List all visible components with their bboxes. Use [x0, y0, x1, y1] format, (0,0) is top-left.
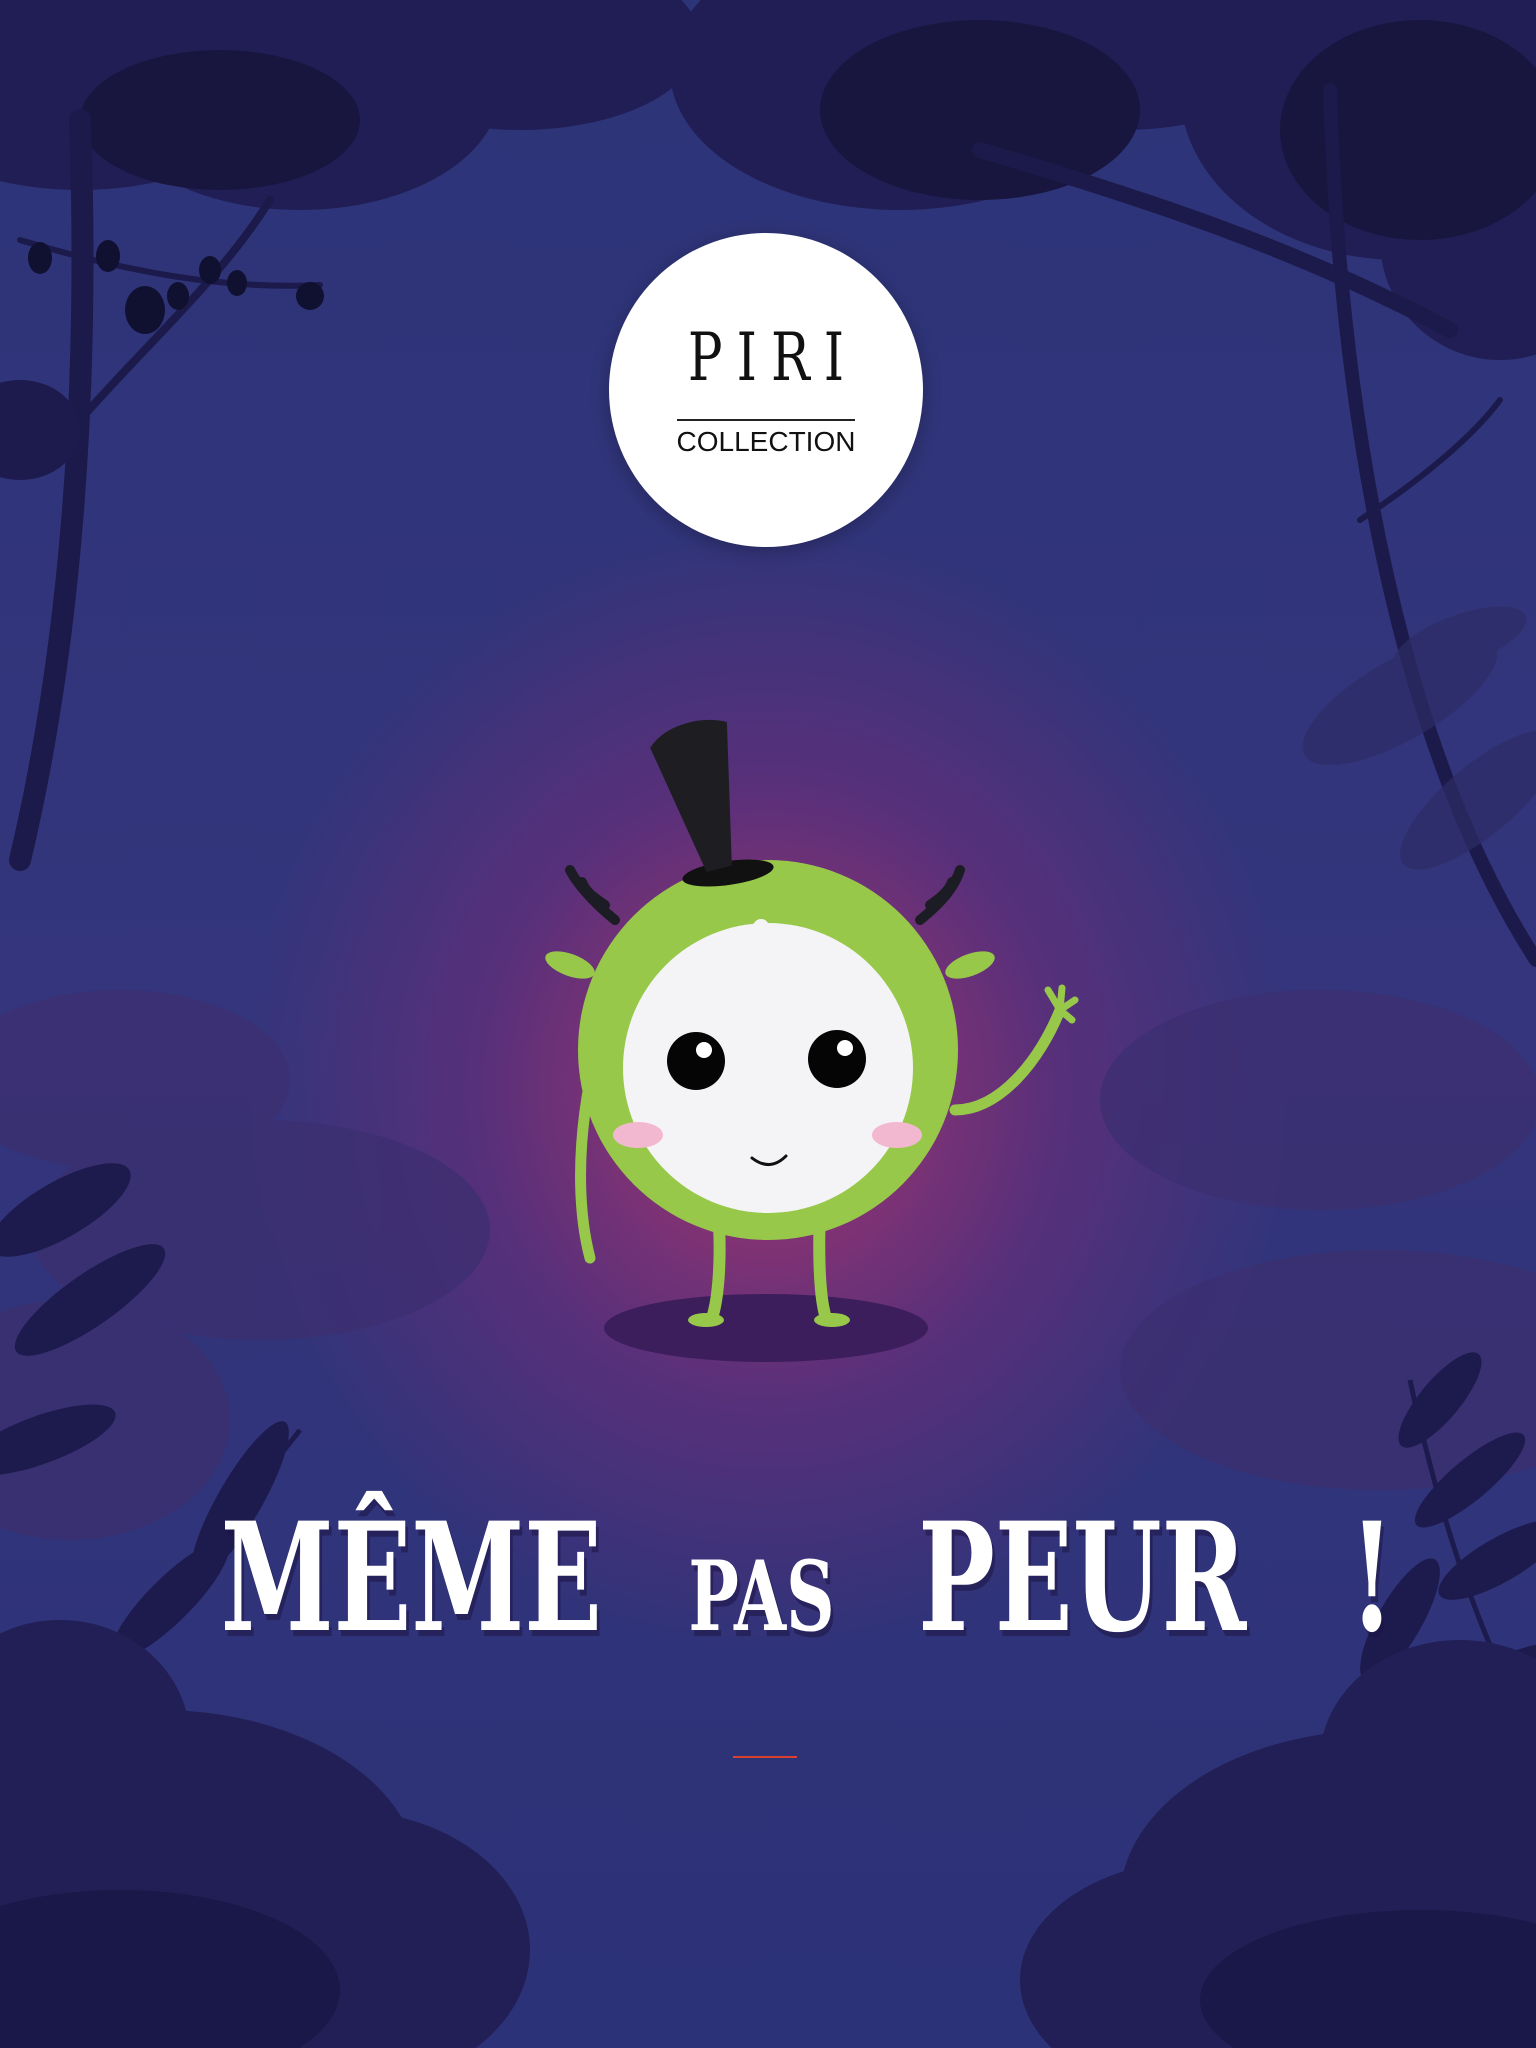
headline-word-peur: PEUR: [918, 1490, 1247, 1666]
piri-collection-logo[interactable]: PIRI COLLECTION: [609, 233, 923, 547]
monster-right-eye: [808, 1030, 866, 1088]
monster-right-ear: [945, 951, 995, 979]
logo-subtitle: COLLECTION: [676, 426, 856, 457]
monster-left-eye: [667, 1032, 725, 1090]
right-ferns: [1302, 606, 1536, 870]
monster-character: [545, 719, 1079, 1362]
logo-wordmark: PIRI: [687, 319, 859, 396]
headline-title: MÊME PAS PEUR !: [0, 1490, 1536, 1690]
monster-left-foot: [688, 1313, 724, 1327]
logo-divider: [677, 419, 855, 421]
monster-left-cheek: [613, 1122, 663, 1148]
monster-shadow: [604, 1294, 928, 1362]
monster-left-antler: [565, 865, 620, 925]
monster-right-foot: [814, 1313, 850, 1327]
monster-right-antler: [915, 865, 965, 925]
monster-right-arm: [949, 1004, 1066, 1116]
accent-divider: [733, 1756, 797, 1758]
night-forest-scene: PIRI COLLECTION MÊME PAS PEUR !: [0, 0, 1536, 2048]
top-hat: [650, 719, 732, 872]
headline-exclamation: !: [1349, 1490, 1395, 1666]
monster-left-ear: [545, 951, 595, 979]
headline-word-pas: PAS: [688, 1540, 835, 1653]
left-tree: [9, 109, 323, 871]
monster-right-cheek: [872, 1122, 922, 1148]
headline-word-meme: MÊME: [220, 1490, 603, 1666]
monster-face: [623, 923, 913, 1213]
